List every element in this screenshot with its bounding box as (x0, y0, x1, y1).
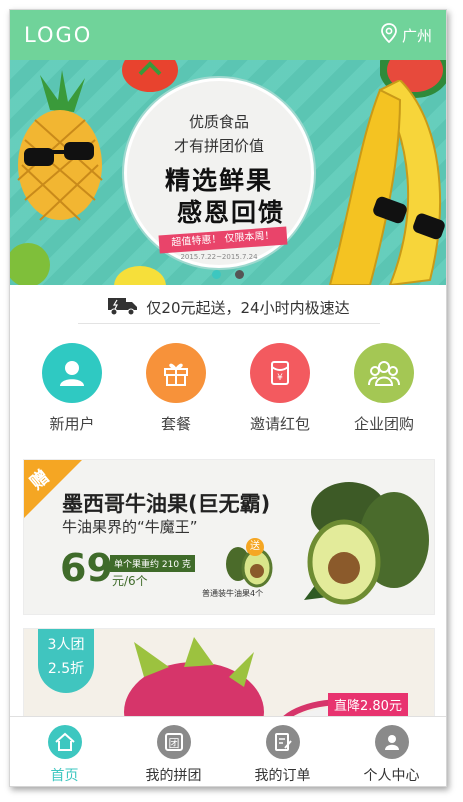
tab-my-orders[interactable]: 我的订单 (228, 717, 337, 786)
group-icon (354, 343, 414, 403)
menu-item-group-buy[interactable]: 企业团购 (339, 343, 429, 434)
map-pin-icon (380, 23, 402, 47)
product-unit: 元/6个 (112, 574, 148, 588)
tab-label: 我的订单 (254, 768, 311, 784)
menu-item-package[interactable]: 套餐 (131, 343, 221, 434)
product-note: 普通装牛油果4个 (202, 589, 264, 598)
banner-line2: 才有拼团价值 (173, 137, 264, 155)
delivery-notice: 仅20元起送，24小时内极速达 (78, 292, 380, 324)
avocado-large-image (304, 482, 429, 605)
menu-label: 新用户 (49, 415, 95, 433)
carousel-dot[interactable] (235, 270, 244, 279)
banner-headline1: 精选鲜果 (164, 166, 273, 195)
menu-label: 套餐 (160, 415, 191, 433)
delivery-truck-icon (108, 296, 146, 320)
banner-badge: 优质食品 才有拼团价值 精选鲜果 感恩回馈 超值特惠！ 仅限本周！ 2015.7… (124, 78, 314, 268)
product-title: 墨西哥牛油果(巨无霸) (62, 492, 271, 516)
order-edit-icon (265, 725, 300, 759)
menu-item-red-envelope[interactable]: ¥ 邀请红包 (235, 343, 325, 434)
tab-profile[interactable]: 个人中心 (337, 717, 446, 786)
banner-line1: 优质食品 (188, 113, 249, 131)
menu-label: 邀请红包 (249, 415, 310, 433)
city-label: 广州 (401, 26, 432, 45)
gift-icon (146, 343, 206, 403)
banner-dates: 2015.7.22~2015.7.24 (180, 253, 258, 261)
svg-text:¥: ¥ (277, 373, 283, 383)
tab-my-group[interactable]: 团 我的拼团 (119, 717, 228, 786)
logo: LOGO (24, 23, 93, 47)
menu-item-new-user[interactable]: 新用户 (27, 343, 117, 434)
product-price: 69 (60, 546, 113, 590)
banner-headline2: 感恩回馈 (176, 198, 285, 227)
delivery-text: 仅20元起送，24小时内极速达 (146, 299, 350, 317)
home-icon (47, 725, 82, 759)
group-order-icon: 团 (156, 725, 191, 759)
banner-promo: 超值特惠！ 仅限本周！ (158, 226, 288, 254)
user-icon (42, 343, 102, 403)
product-card-avocado[interactable]: 赠 墨西哥牛油果(巨无霸) 牛油果界的“牛魔王” 69 单个果重约 210 克 … (23, 459, 435, 615)
svg-text:团: 团 (168, 737, 179, 750)
product-subtitle: 牛油果界的“牛魔王” (62, 518, 198, 536)
tab-home[interactable]: 首页 (10, 717, 119, 786)
group-discount: 2.5折 (47, 661, 85, 677)
app-frame: LOGO 广州 优质食品 才有拼团价值 精选鲜果 感恩回馈 超值特惠！ 仅限本周… (9, 9, 447, 787)
price-drop-tag: 直降2.80元 (328, 693, 408, 716)
send-badge: 送 (246, 538, 264, 556)
menu-label: 企业团购 (353, 415, 414, 433)
carousel-dots (10, 270, 446, 279)
product-weight-tag: 单个果重约 210 克 (110, 555, 195, 572)
tab-label: 个人中心 (363, 768, 420, 784)
bottom-tab-bar: 首页 团 我的拼团 我的订单 个人中心 (10, 716, 446, 786)
quick-menu: 新用户 套餐 ¥ 邀请红包 企业团购 (10, 343, 446, 434)
top-header: LOGO 广州 (10, 10, 446, 60)
promo-banner[interactable]: 优质食品 才有拼团价值 精选鲜果 感恩回馈 超值特惠！ 仅限本周！ 2015.7… (10, 60, 446, 285)
profile-icon (374, 725, 409, 759)
group-size: 3人团 (47, 637, 85, 653)
carousel-dot[interactable] (212, 270, 221, 279)
banana-illustration (328, 80, 445, 285)
tab-label: 我的拼团 (145, 768, 202, 784)
product-card-dragonfruit[interactable]: 3人团 2.5折 直降2.80元 (23, 628, 435, 728)
location-selector[interactable]: 广州 (380, 23, 432, 47)
red-envelope-icon: ¥ (250, 343, 310, 403)
group-deal-badge: 3人团 2.5折 (38, 629, 94, 693)
pineapple-illustration (17, 70, 103, 221)
tab-label: 首页 (50, 768, 79, 784)
